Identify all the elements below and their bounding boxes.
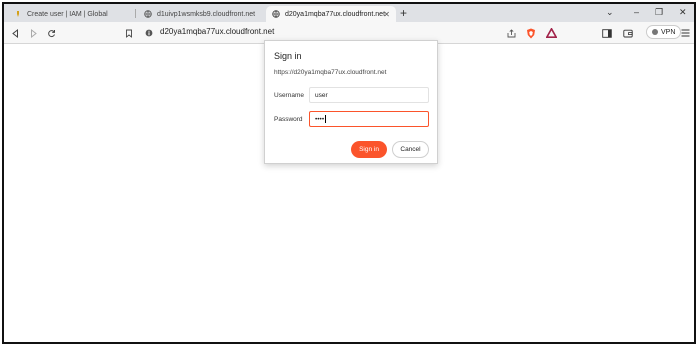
- menu-icon[interactable]: [678, 26, 692, 40]
- site-info-icon[interactable]: [142, 26, 156, 40]
- tab-title: d20ya1mqba77ux.cloudfront.net: [285, 10, 386, 18]
- bookmark-icon[interactable]: [122, 26, 136, 40]
- vpn-button[interactable]: VPN: [646, 25, 682, 39]
- address-bar[interactable]: d20ya1mqba77ux.cloudfront.net: [160, 27, 274, 36]
- back-icon[interactable]: [8, 26, 22, 40]
- browser-window: Create user | IAM | Global d1uivp1wsmksb…: [2, 2, 696, 344]
- vpn-label: VPN: [661, 28, 676, 36]
- maximize-icon[interactable]: ❐: [655, 6, 663, 18]
- tab-search-icon[interactable]: ⌄: [606, 6, 614, 18]
- tab-title: Create user | IAM | Global: [27, 10, 108, 18]
- tab-d20ya1[interactable]: d20ya1mqba77ux.cloudfront.net ✕: [266, 6, 396, 22]
- close-window-icon[interactable]: ✕: [679, 6, 687, 18]
- minimize-icon[interactable]: –: [634, 6, 639, 18]
- close-tab-icon[interactable]: ✕: [383, 10, 390, 19]
- share-icon[interactable]: [504, 26, 518, 40]
- rewards-icon[interactable]: [544, 26, 558, 40]
- forward-icon[interactable]: [26, 26, 40, 40]
- globe-icon: [272, 10, 280, 18]
- aws-icon: [14, 10, 22, 18]
- wallet-icon[interactable]: [621, 26, 635, 40]
- page-content: [4, 44, 694, 342]
- sidebar-icon[interactable]: [600, 26, 614, 40]
- new-tab-icon[interactable]: +: [400, 6, 407, 20]
- tab-create-user[interactable]: Create user | IAM | Global: [8, 6, 132, 22]
- tab-d1uivp[interactable]: d1uivp1wsmksb9.cloudfront.net: [138, 6, 264, 22]
- tab-title: d1uivp1wsmksb9.cloudfront.net: [157, 10, 256, 18]
- tab-strip: Create user | IAM | Global d1uivp1wsmksb…: [4, 4, 694, 22]
- globe-icon: [144, 10, 152, 18]
- vpn-status-icon: [652, 29, 658, 35]
- brave-shields-icon[interactable]: [524, 26, 538, 40]
- reload-icon[interactable]: [44, 26, 58, 40]
